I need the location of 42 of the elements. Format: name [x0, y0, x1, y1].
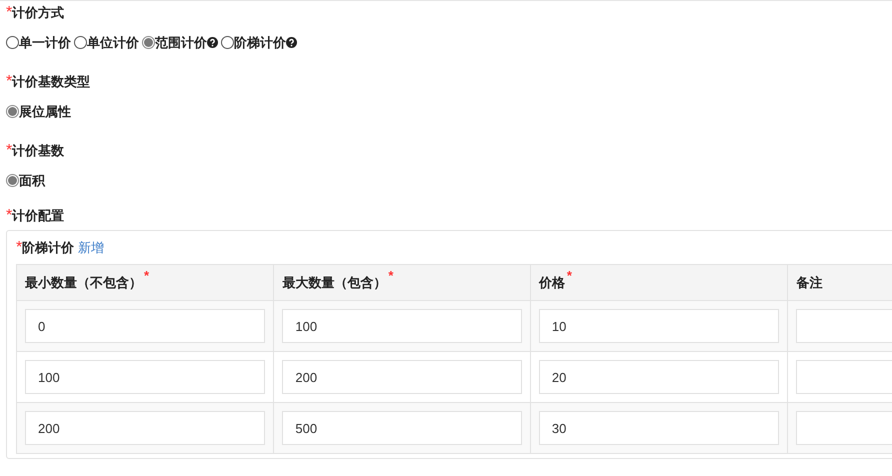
radio-button[interactable] — [74, 36, 87, 50]
field-label: 计价基数类型 — [12, 73, 90, 92]
field-label: 计价配置 — [12, 207, 64, 226]
required-asterisk: * — [6, 206, 12, 226]
table-input[interactable]: 100 — [25, 360, 266, 394]
required-asterisk: * — [16, 238, 22, 258]
column-header: 最小数量（不包含） — [25, 274, 142, 290]
table-input[interactable] — [796, 411, 892, 445]
required-asterisk: * — [6, 141, 12, 161]
column-header: 最大数量（包含） — [282, 274, 386, 290]
radio-button[interactable] — [142, 36, 155, 50]
table-input[interactable]: 30 — [538, 411, 780, 445]
radio-button[interactable] — [6, 105, 19, 118]
radio-label: 面积 — [19, 172, 45, 190]
radio-label: 范围计价 — [155, 34, 207, 52]
radio-button[interactable] — [6, 174, 19, 188]
radio-label: 展位属性 — [19, 103, 71, 121]
table-input[interactable]: 20 — [538, 360, 780, 394]
field-label: 计价基数 — [12, 142, 64, 160]
required-asterisk: * — [144, 268, 150, 284]
field-label: 计价方式 — [12, 4, 64, 22]
panel-title: 阶梯计价 — [22, 239, 74, 258]
required-asterisk: * — [566, 268, 572, 284]
table-input[interactable] — [796, 360, 892, 394]
radio-label: 单位计价 — [87, 34, 139, 52]
column-header: 备注 — [796, 274, 822, 290]
required-asterisk: * — [388, 268, 394, 284]
table-input[interactable]: 500 — [282, 411, 522, 445]
table-input[interactable]: 0 — [25, 309, 266, 343]
add-link[interactable]: 新增 — [78, 238, 104, 258]
table-input[interactable]: 200 — [282, 360, 522, 394]
table-input[interactable]: 200 — [25, 411, 266, 445]
radio-label: 单一计价 — [19, 34, 71, 52]
radio-button[interactable] — [221, 36, 234, 50]
radio-label: 阶梯计价 — [234, 34, 286, 52]
required-asterisk: * — [6, 72, 12, 92]
column-header: 价格 — [538, 274, 565, 290]
radio-button[interactable] — [6, 36, 19, 50]
table-input[interactable] — [796, 309, 892, 343]
table-input[interactable]: 100 — [282, 309, 522, 343]
required-asterisk: * — [6, 3, 12, 23]
table-input[interactable]: 10 — [538, 309, 780, 343]
